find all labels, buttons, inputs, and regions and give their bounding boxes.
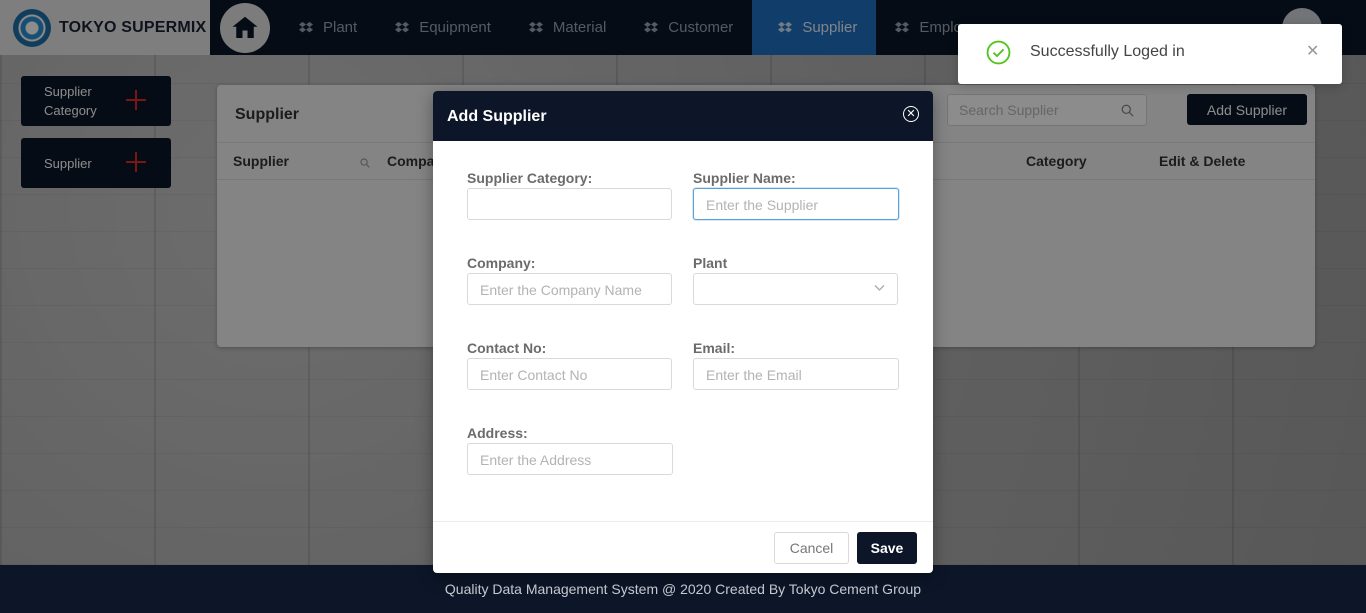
supplier-name-label: Supplier Name: bbox=[693, 170, 796, 186]
email-input[interactable]: Enter the Email bbox=[693, 358, 899, 390]
modal-header: Add Supplier ✕ bbox=[433, 91, 933, 141]
company-label: Company: bbox=[467, 255, 536, 271]
close-icon[interactable]: ✕ bbox=[1306, 41, 1319, 61]
save-button[interactable]: Save bbox=[857, 532, 917, 564]
contact-no-label: Contact No: bbox=[467, 340, 547, 356]
supplier-name-input[interactable]: Enter the Supplier bbox=[693, 188, 899, 220]
supplier-category-label: Supplier Category: bbox=[467, 170, 593, 186]
check-circle-icon bbox=[986, 40, 1011, 65]
email-label: Email: bbox=[693, 340, 736, 356]
close-icon[interactable]: ✕ bbox=[903, 106, 919, 122]
plant-select[interactable] bbox=[693, 273, 898, 305]
contact-no-input[interactable]: Enter Contact No bbox=[467, 358, 672, 390]
chevron-down-icon bbox=[874, 285, 885, 291]
success-toast: Successfully Loged in ✕ bbox=[958, 24, 1342, 84]
modal-footer: Cancel Save bbox=[433, 521, 933, 573]
add-supplier-modal: Add Supplier ✕ Supplier Category: Suppli… bbox=[433, 91, 933, 573]
address-label: Address: bbox=[467, 425, 528, 441]
company-input[interactable]: Enter the Company Name bbox=[467, 273, 672, 305]
toast-message: Successfully Loged in bbox=[1030, 43, 1185, 60]
cancel-button[interactable]: Cancel bbox=[774, 532, 849, 564]
address-input[interactable]: Enter the Address bbox=[467, 443, 673, 475]
supplier-category-input[interactable] bbox=[467, 188, 672, 220]
modal-title: Add Supplier bbox=[447, 108, 547, 125]
plant-label: Plant bbox=[693, 255, 728, 271]
